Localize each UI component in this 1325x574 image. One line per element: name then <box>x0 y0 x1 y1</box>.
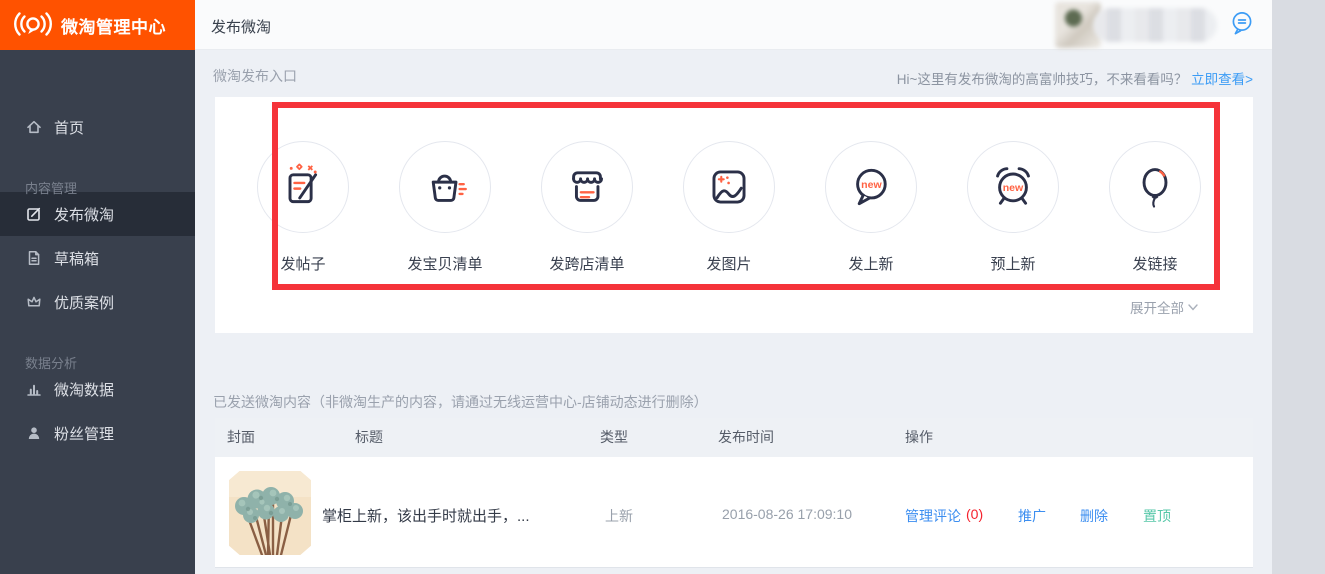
sidebar-item-label: 首页 <box>54 117 84 138</box>
sidebar-item-publish[interactable]: 发布微淘 <box>0 192 195 236</box>
cover-thumbnail[interactable] <box>229 471 311 555</box>
sidebar-item-drafts[interactable]: 草稿箱 <box>0 236 195 280</box>
sidebar-item-label: 微淘数据 <box>54 379 114 400</box>
sidebar-item-label: 粉丝管理 <box>54 423 114 444</box>
row-title: 掌柜上新，该出手时就出手，... <box>322 505 530 526</box>
home-icon <box>25 118 43 136</box>
promote-link[interactable]: 推广 <box>1018 506 1046 526</box>
storefront-icon <box>541 141 633 233</box>
publish-entries-card: 发帖子 发宝贝清单 <box>215 97 1253 333</box>
entry-label: 发帖子 <box>241 253 365 274</box>
publish-entry-cross-shop-list[interactable]: 发跨店清单 <box>525 141 649 274</box>
publish-entry-image[interactable]: 发图片 <box>667 141 791 274</box>
sent-content-section-title: 已发送微淘内容（非微淘生产的内容，请通过无线运营中心-店铺动态进行删除） <box>213 392 708 412</box>
new-badge: new <box>861 179 882 191</box>
entry-label: 发跨店清单 <box>525 253 649 274</box>
publish-entry-link[interactable]: 发链接 <box>1093 141 1217 274</box>
crown-icon <box>25 293 43 311</box>
publish-entry-pre-new[interactable]: new 预上新 <box>951 141 1075 274</box>
compose-icon <box>25 205 43 223</box>
chat-bubble-icon[interactable] <box>1229 10 1257 38</box>
top-header: 发布微淘 <box>195 0 1272 50</box>
hint-link[interactable]: 立即查看> <box>1191 72 1253 87</box>
entry-label: 发宝贝清单 <box>383 253 507 274</box>
username-redacted <box>1093 8 1217 42</box>
balloon-icon <box>1109 141 1201 233</box>
picture-icon <box>683 141 775 233</box>
entry-label: 发上新 <box>809 253 933 274</box>
expand-all-label: 展开全部 <box>1130 297 1184 317</box>
column-header-cover: 封面 <box>227 418 255 457</box>
table-row: 掌柜上新，该出手时就出手，... 上新 2016-08-26 17:09:10 … <box>215 457 1253 568</box>
brand-header: 微淘管理中心 <box>0 0 195 50</box>
publish-section-title: 微淘发布入口 <box>213 66 297 86</box>
sidebar-section-analytics: 数据分析 <box>0 324 195 367</box>
manage-comments-link[interactable]: 管理评论 <box>905 506 961 526</box>
sidebar-item-cases[interactable]: 优质案例 <box>0 280 195 324</box>
broadcast-logo-icon <box>13 12 53 39</box>
comment-count: (0) <box>966 506 983 522</box>
column-header-title: 标题 <box>355 418 383 457</box>
alarm-clock-icon: new <box>967 141 1059 233</box>
sidebar-item-label: 优质案例 <box>54 292 114 313</box>
page-title: 发布微淘 <box>211 16 271 37</box>
entry-label: 发链接 <box>1093 253 1217 274</box>
hint-text: Hi~这里有发布微淘的高富帅技巧，不来看看吗？ <box>897 72 1188 87</box>
person-icon <box>25 424 43 442</box>
delete-link[interactable]: 删除 <box>1080 506 1108 526</box>
weitao-admin-page: 微淘管理中心 首页 内容管理 发布微淘 <box>0 0 1325 574</box>
hint-banner: Hi~这里有发布微淘的高富帅技巧，不来看看吗？ 立即查看> <box>897 68 1253 88</box>
entry-label: 发图片 <box>667 253 791 274</box>
entry-label: 预上新 <box>951 253 1075 274</box>
brand-title: 微淘管理中心 <box>61 13 166 38</box>
expand-all-button[interactable]: 展开全部 <box>1130 297 1198 317</box>
shopping-bag-icon <box>399 141 491 233</box>
row-publish-time: 2016-08-26 17:09:10 <box>722 506 852 522</box>
publish-entry-new-arrival[interactable]: new 发上新 <box>809 141 933 274</box>
sidebar-item-data[interactable]: 微淘数据 <box>0 367 195 411</box>
column-header-actions: 操作 <box>905 418 933 457</box>
sidebar-section-content: 内容管理 <box>0 149 195 192</box>
row-type: 上新 <box>605 506 633 526</box>
new-badge: new <box>1003 182 1024 194</box>
document-icon <box>25 249 43 267</box>
sidebar: 微淘管理中心 首页 内容管理 发布微淘 <box>0 0 195 574</box>
sidebar-item-fans[interactable]: 粉丝管理 <box>0 411 195 455</box>
chevron-down-icon <box>1188 304 1198 311</box>
post-icon <box>257 141 349 233</box>
publish-entry-item-list[interactable]: 发宝贝清单 <box>383 141 507 274</box>
sidebar-item-home[interactable]: 首页 <box>0 105 195 149</box>
sidebar-item-label: 草稿箱 <box>54 248 99 269</box>
bar-chart-icon <box>25 380 43 398</box>
pin-to-top-link[interactable]: 置顶 <box>1143 506 1171 526</box>
table-header: 封面 标题 类型 发布时间 操作 <box>215 418 1253 457</box>
right-gutter <box>1272 0 1325 574</box>
column-header-publish-time: 发布时间 <box>718 418 774 457</box>
sidebar-item-label: 发布微淘 <box>54 204 114 225</box>
column-header-type: 类型 <box>600 418 628 457</box>
publish-entry-post[interactable]: 发帖子 <box>241 141 365 274</box>
new-bubble-icon: new <box>825 141 917 233</box>
